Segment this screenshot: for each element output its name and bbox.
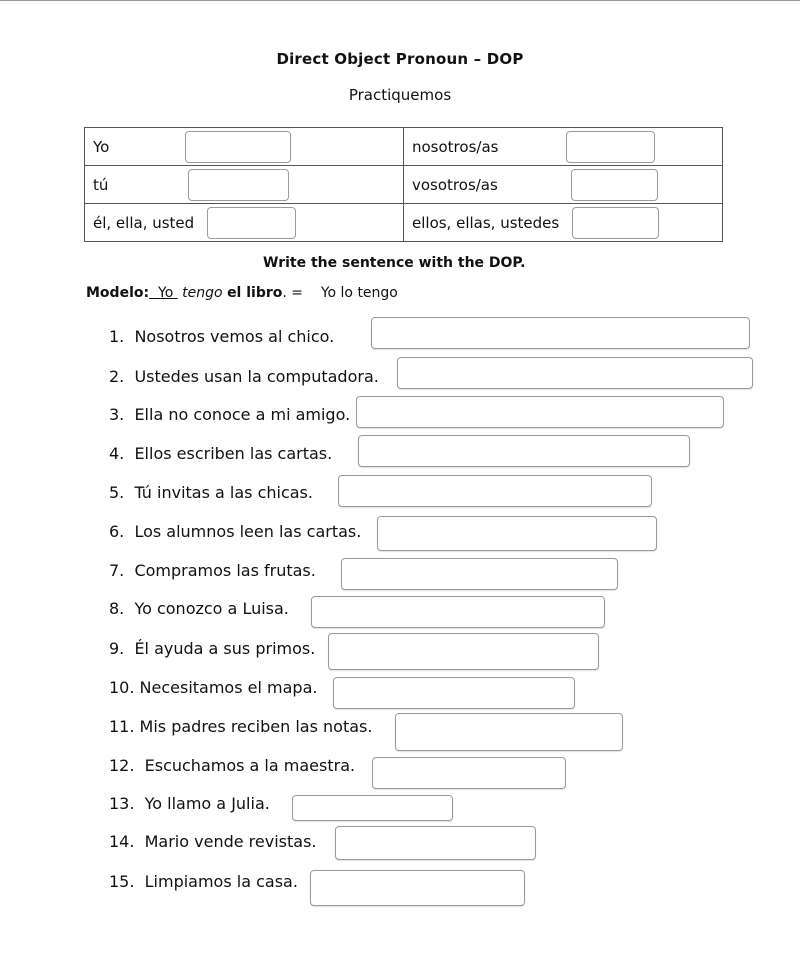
model-equals: = (286, 285, 304, 301)
model-object: el libro (227, 285, 283, 301)
pronoun-label: vosotros/as (412, 175, 498, 194)
exercise-item-1: 1. Nosotros vemos al chico. (109, 327, 335, 346)
answer-box-3[interactable] (356, 396, 724, 428)
answer-box-14[interactable] (335, 826, 536, 860)
pronoun-answer-box-yo[interactable] (185, 130, 291, 163)
worksheet-subtitle: Practiquemos (348, 86, 452, 104)
exercise-item-11: 11. Mis padres reciben las notas. (109, 717, 373, 736)
pronoun-row: tú vosotros/as (84, 165, 723, 204)
pronoun-cell: nosotros/as (403, 127, 723, 166)
exercise-item-6: 6. Los alumnos leen las cartas. (109, 522, 362, 541)
pronoun-answer-box-tu[interactable] (188, 168, 289, 201)
pronoun-label: él, ella, usted (93, 213, 195, 232)
pronoun-row: Yo nosotros/as (84, 127, 723, 166)
answer-box-12[interactable] (372, 757, 566, 789)
pronoun-cell: él, ella, usted (84, 203, 404, 242)
model-answer: Yo lo tengo (320, 285, 398, 301)
exercise-item-5: 5. Tú invitas a las chicas. (109, 483, 313, 502)
exercise-item-3: 3. Ella no conoce a mi amigo. (109, 405, 351, 424)
pronoun-label: tú (93, 175, 109, 194)
answer-box-7[interactable] (341, 558, 618, 590)
pronoun-label: Yo (93, 137, 110, 156)
answer-box-15[interactable] (310, 870, 525, 906)
pronoun-label: ellos, ellas, ustedes (412, 213, 560, 232)
pronoun-table: Yo nosotros/as tú vosotros/as él, ella, … (84, 127, 723, 242)
pronoun-answer-box-vosotros[interactable] (571, 168, 658, 201)
pronoun-cell: tú (84, 165, 404, 204)
worksheet-title: Direct Object Pronoun – DOP (276, 50, 524, 68)
answer-box-4[interactable] (358, 435, 690, 467)
answer-box-2[interactable] (397, 357, 753, 389)
exercise-item-10: 10. Necesitamos el mapa. (109, 678, 318, 697)
exercise-item-4: 4. Ellos escriben las cartas. (109, 444, 333, 463)
answer-box-1[interactable] (371, 317, 750, 349)
pronoun-row: él, ella, usted ellos, ellas, ustedes (84, 203, 723, 242)
model-example: Modelo: Yo tengo el libro. = Yo lo tengo (86, 285, 398, 301)
answer-box-13[interactable] (292, 795, 453, 821)
exercise-item-2: 2. Ustedes usan la computadora. (109, 367, 379, 386)
exercise-item-8: 8. Yo conozco a Luisa. (109, 599, 289, 618)
answer-box-8[interactable] (311, 596, 605, 628)
pronoun-cell: Yo (84, 127, 404, 166)
model-verb: tengo (182, 285, 223, 301)
exercise-item-14: 14. Mario vende revistas. (109, 832, 317, 851)
answer-box-11[interactable] (395, 713, 623, 751)
exercise-item-13: 13. Yo llamo a Julia. (109, 794, 270, 813)
model-subject: Yo (158, 285, 174, 301)
model-label: Modelo: (86, 285, 150, 301)
exercise-item-9: 9. Él ayuda a sus primos. (109, 639, 316, 658)
pronoun-answer-box-ellos[interactable] (572, 206, 659, 239)
instruction-text: Write the sentence with the DOP. (263, 255, 526, 271)
page-top-border (0, 0, 800, 1)
pronoun-cell: ellos, ellas, ustedes (403, 203, 723, 242)
pronoun-answer-box-nosotros[interactable] (566, 130, 655, 163)
answer-box-6[interactable] (377, 516, 657, 551)
answer-box-10[interactable] (333, 677, 575, 709)
pronoun-cell: vosotros/as (403, 165, 723, 204)
exercise-item-12: 12. Escuchamos a la maestra. (109, 756, 356, 775)
pronoun-answer-box-el[interactable] (207, 206, 296, 239)
exercise-item-7: 7. Compramos las frutas. (109, 561, 316, 580)
answer-box-9[interactable] (328, 633, 599, 670)
exercise-item-15: 15. Limpiamos la casa. (109, 872, 298, 891)
pronoun-label: nosotros/as (412, 137, 499, 156)
answer-box-5[interactable] (338, 475, 652, 507)
